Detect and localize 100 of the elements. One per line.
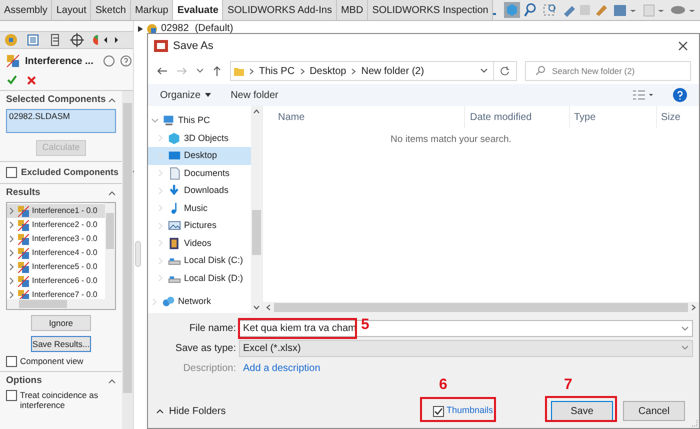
scrollbar[interactable] (7, 299, 115, 309)
add-description-link[interactable]: Add a description (243, 360, 320, 376)
breadcrumb-item[interactable]: New folder (2) (361, 64, 424, 78)
command-tab[interactable]: Sketch (91, 0, 131, 20)
address-bar[interactable]: This PC Desktop New folder (2) (230, 61, 517, 81)
network-icon (162, 295, 175, 308)
scroll-thumb[interactable] (252, 210, 261, 255)
collapse-icon (108, 378, 116, 384)
nav-item[interactable]: Documents (148, 164, 251, 182)
search-field[interactable]: Search New folder (2) (525, 61, 691, 81)
collapse-icon (108, 97, 116, 103)
ignore-button[interactable]: Ignore (31, 315, 91, 331)
chevron-down-icon (681, 345, 689, 351)
result-row[interactable]: Interference2 - 0.0 (7, 218, 105, 232)
scrollbar[interactable] (105, 203, 115, 299)
appearance-icon (92, 35, 98, 45)
scroll-thumb[interactable] (274, 303, 688, 312)
checkbox[interactable] (6, 390, 17, 401)
list-icon (27, 34, 39, 46)
nav-item[interactable]: Local Disk (C:) (148, 252, 251, 270)
scroll-left-icon (265, 304, 271, 311)
command-tab[interactable]: Assembly (0, 0, 52, 20)
resize-grip-icon (690, 419, 698, 427)
column-header[interactable]: Date modified (464, 106, 569, 128)
command-tab[interactable]: Evaluate (173, 0, 224, 20)
column-header[interactable]: Size (656, 106, 699, 128)
up-icon (212, 65, 222, 77)
nav-item[interactable]: Music (148, 200, 251, 217)
breadcrumb-item[interactable]: Desktop (310, 64, 346, 78)
document-icon (168, 166, 181, 180)
column-header[interactable]: Type (569, 106, 656, 128)
annotation-number: 5 (361, 317, 370, 332)
command-tab[interactable]: Markup (130, 0, 174, 20)
nav-item[interactable]: 3D Objects (148, 130, 251, 147)
scroll-thumb[interactable] (19, 300, 67, 308)
save-button[interactable]: Save (551, 401, 613, 421)
result-label: Interference4 - 0.0 (32, 247, 98, 259)
scroll-thumb[interactable] (106, 213, 114, 249)
chevron-down-icon (681, 326, 689, 332)
section-heading: Results (6, 186, 40, 200)
command-tab[interactable]: SOLIDWORKS Add-Ins (223, 0, 337, 20)
nav-item[interactable]: Downloads (148, 182, 251, 200)
checkbox-label: Treat coincidence as interference (20, 390, 100, 410)
nav-item[interactable]: Desktop (148, 147, 251, 164)
checkbox[interactable] (6, 167, 17, 178)
panel-title: Interference ... (25, 54, 94, 68)
checkbox[interactable] (6, 356, 17, 367)
nav-item[interactable]: Network (148, 293, 251, 310)
scrollbar[interactable] (251, 106, 262, 313)
assembly-name[interactable]: 02982 (161, 21, 189, 36)
nav-item[interactable]: Pictures (148, 217, 251, 234)
back-icon (156, 66, 168, 76)
chevron-right-icon (249, 68, 254, 74)
scroll-thumb[interactable] (123, 103, 132, 393)
hide-folders-button[interactable]: Hide Folders (156, 404, 226, 418)
breadcrumb-item[interactable]: This PC (259, 64, 295, 78)
checkbox[interactable] (433, 406, 444, 416)
forward-icon (176, 66, 188, 76)
search-icon (536, 66, 545, 75)
chevron-right-icon (300, 68, 305, 74)
scrollbar[interactable] (122, 91, 133, 429)
annotation-box (545, 396, 617, 422)
result-row[interactable]: Interference5 - 0.0 (7, 260, 105, 274)
field-label: File name: (188, 322, 236, 336)
picture-icon (168, 219, 181, 232)
scrollbar[interactable] (263, 302, 699, 313)
nav-item[interactable]: Videos (148, 234, 251, 252)
empty-message: No items match your search. (390, 133, 512, 147)
file-type-dropdown[interactable]: Excel (*.xlsx) (239, 340, 693, 356)
chevron-right-icon (157, 152, 165, 160)
command-tab[interactable]: SOLIDWORKS Inspection (368, 0, 494, 20)
result-label: Interference5 - 0.0 (32, 261, 98, 273)
collapse-icon (108, 190, 116, 196)
result-row[interactable]: Interference4 - 0.0 (7, 246, 105, 260)
cancel-button[interactable]: Cancel (623, 401, 685, 421)
new-folder-button[interactable]: New folder (230, 88, 278, 102)
organize-menu[interactable]: Organize (160, 88, 211, 102)
result-row[interactable]: Interference3 - 0.0 (7, 232, 105, 246)
nav-item[interactable]: This PC (148, 112, 251, 130)
field-label: Description: (182, 362, 236, 376)
thumbnails-label[interactable]: Thumbnails (446, 404, 493, 418)
column-header[interactable]: Name (263, 106, 464, 128)
selection-list[interactable]: 02982.SLDASM (6, 109, 116, 133)
interference-icon (18, 276, 29, 286)
interference-icon (18, 220, 29, 230)
cancel-icon (27, 76, 36, 84)
result-row[interactable]: Interference6 - 0.0 (7, 274, 105, 288)
window-title: Save As (173, 38, 214, 54)
results-list[interactable]: Interference1 - 0.0 Interference2 - 0.0 Interference3 - 0.0 Interference4 - 0.0 Interference5 - 0.0 Interference6 - 0.0 Interference7 - 0.0 (6, 202, 116, 310)
save-results-button[interactable]: Save Results... (31, 336, 91, 352)
result-row[interactable]: Interference1 - 0.0 (7, 204, 105, 218)
splitter-handle[interactable] (135, 241, 141, 267)
list-item: 02982.SLDASM (9, 110, 71, 123)
command-tab[interactable]: MBD (336, 0, 368, 20)
result-label: Interference1 - 0.0 (32, 205, 98, 217)
nav-item[interactable]: Local Disk (D:) (148, 270, 251, 287)
checkbox-label: Component view (20, 355, 84, 368)
annotation-number: 6 (439, 377, 448, 392)
folder-icon (234, 66, 244, 76)
command-tab[interactable]: Layout (52, 0, 92, 20)
